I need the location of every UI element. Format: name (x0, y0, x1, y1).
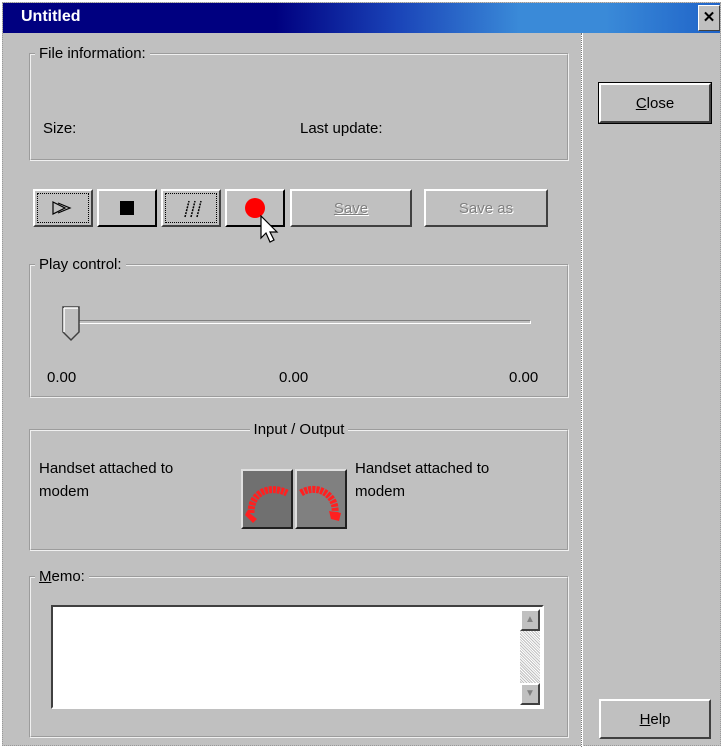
input-device-label-line1: Handset attached to (39, 460, 174, 477)
memo-scrollbar[interactable]: ▲ ▼ (520, 609, 540, 705)
play-slider-thumb[interactable] (62, 306, 82, 342)
help-button-label: elp (650, 710, 671, 728)
dialog-window: Untitled ✕ File information: Size: Last … (2, 2, 721, 747)
last-update-label: Last update: (300, 120, 383, 137)
size-label: Size: (43, 120, 77, 137)
window-title: Untitled (21, 8, 81, 25)
memo-legend: Memo: (39, 568, 85, 585)
stop-button[interactable] (97, 189, 157, 227)
output-handset-button[interactable] (295, 469, 347, 529)
memo-legend-rest: emo: (51, 568, 85, 585)
handset-icon (297, 471, 345, 527)
close-button[interactable]: Close (598, 82, 712, 124)
play-control-legend: Play control: (39, 256, 122, 273)
handset-icon (243, 471, 291, 527)
save-as-button[interactable]: Save as (424, 189, 548, 227)
pause-button[interactable] (161, 189, 221, 227)
play-end-value: 0.00 (509, 369, 539, 386)
title-bar[interactable]: Untitled ✕ (3, 3, 720, 33)
memo-textarea[interactable]: ▲ ▼ (51, 605, 544, 709)
scroll-down-icon[interactable]: ▼ (520, 683, 540, 705)
stop-icon (120, 201, 134, 215)
input-handset-button[interactable] (241, 469, 293, 529)
input-device-label-line2: modem (39, 483, 90, 500)
output-device-label-line1: Handset attached to (355, 460, 490, 477)
output-device-label-line2: modem (355, 483, 406, 500)
mouse-cursor-icon (260, 215, 279, 243)
play-start-value: 0.00 (47, 369, 77, 386)
save-button[interactable]: Save (290, 189, 412, 227)
scroll-up-icon[interactable]: ▲ (520, 609, 540, 631)
pause-icon (184, 200, 202, 218)
close-button-label: lose (646, 94, 675, 112)
play-slider-track[interactable] (73, 320, 531, 324)
title-close-icon[interactable]: ✕ (698, 5, 720, 31)
panel-divider (581, 33, 583, 747)
input-output-legend: Input / Output (253, 421, 345, 438)
help-button[interactable]: Help (599, 699, 711, 739)
play-current-value: 0.00 (279, 369, 309, 386)
file-information-group: File information: (29, 45, 569, 161)
play-button[interactable] (33, 189, 93, 227)
file-information-legend: File information: (39, 45, 146, 62)
play-icon (52, 201, 72, 215)
